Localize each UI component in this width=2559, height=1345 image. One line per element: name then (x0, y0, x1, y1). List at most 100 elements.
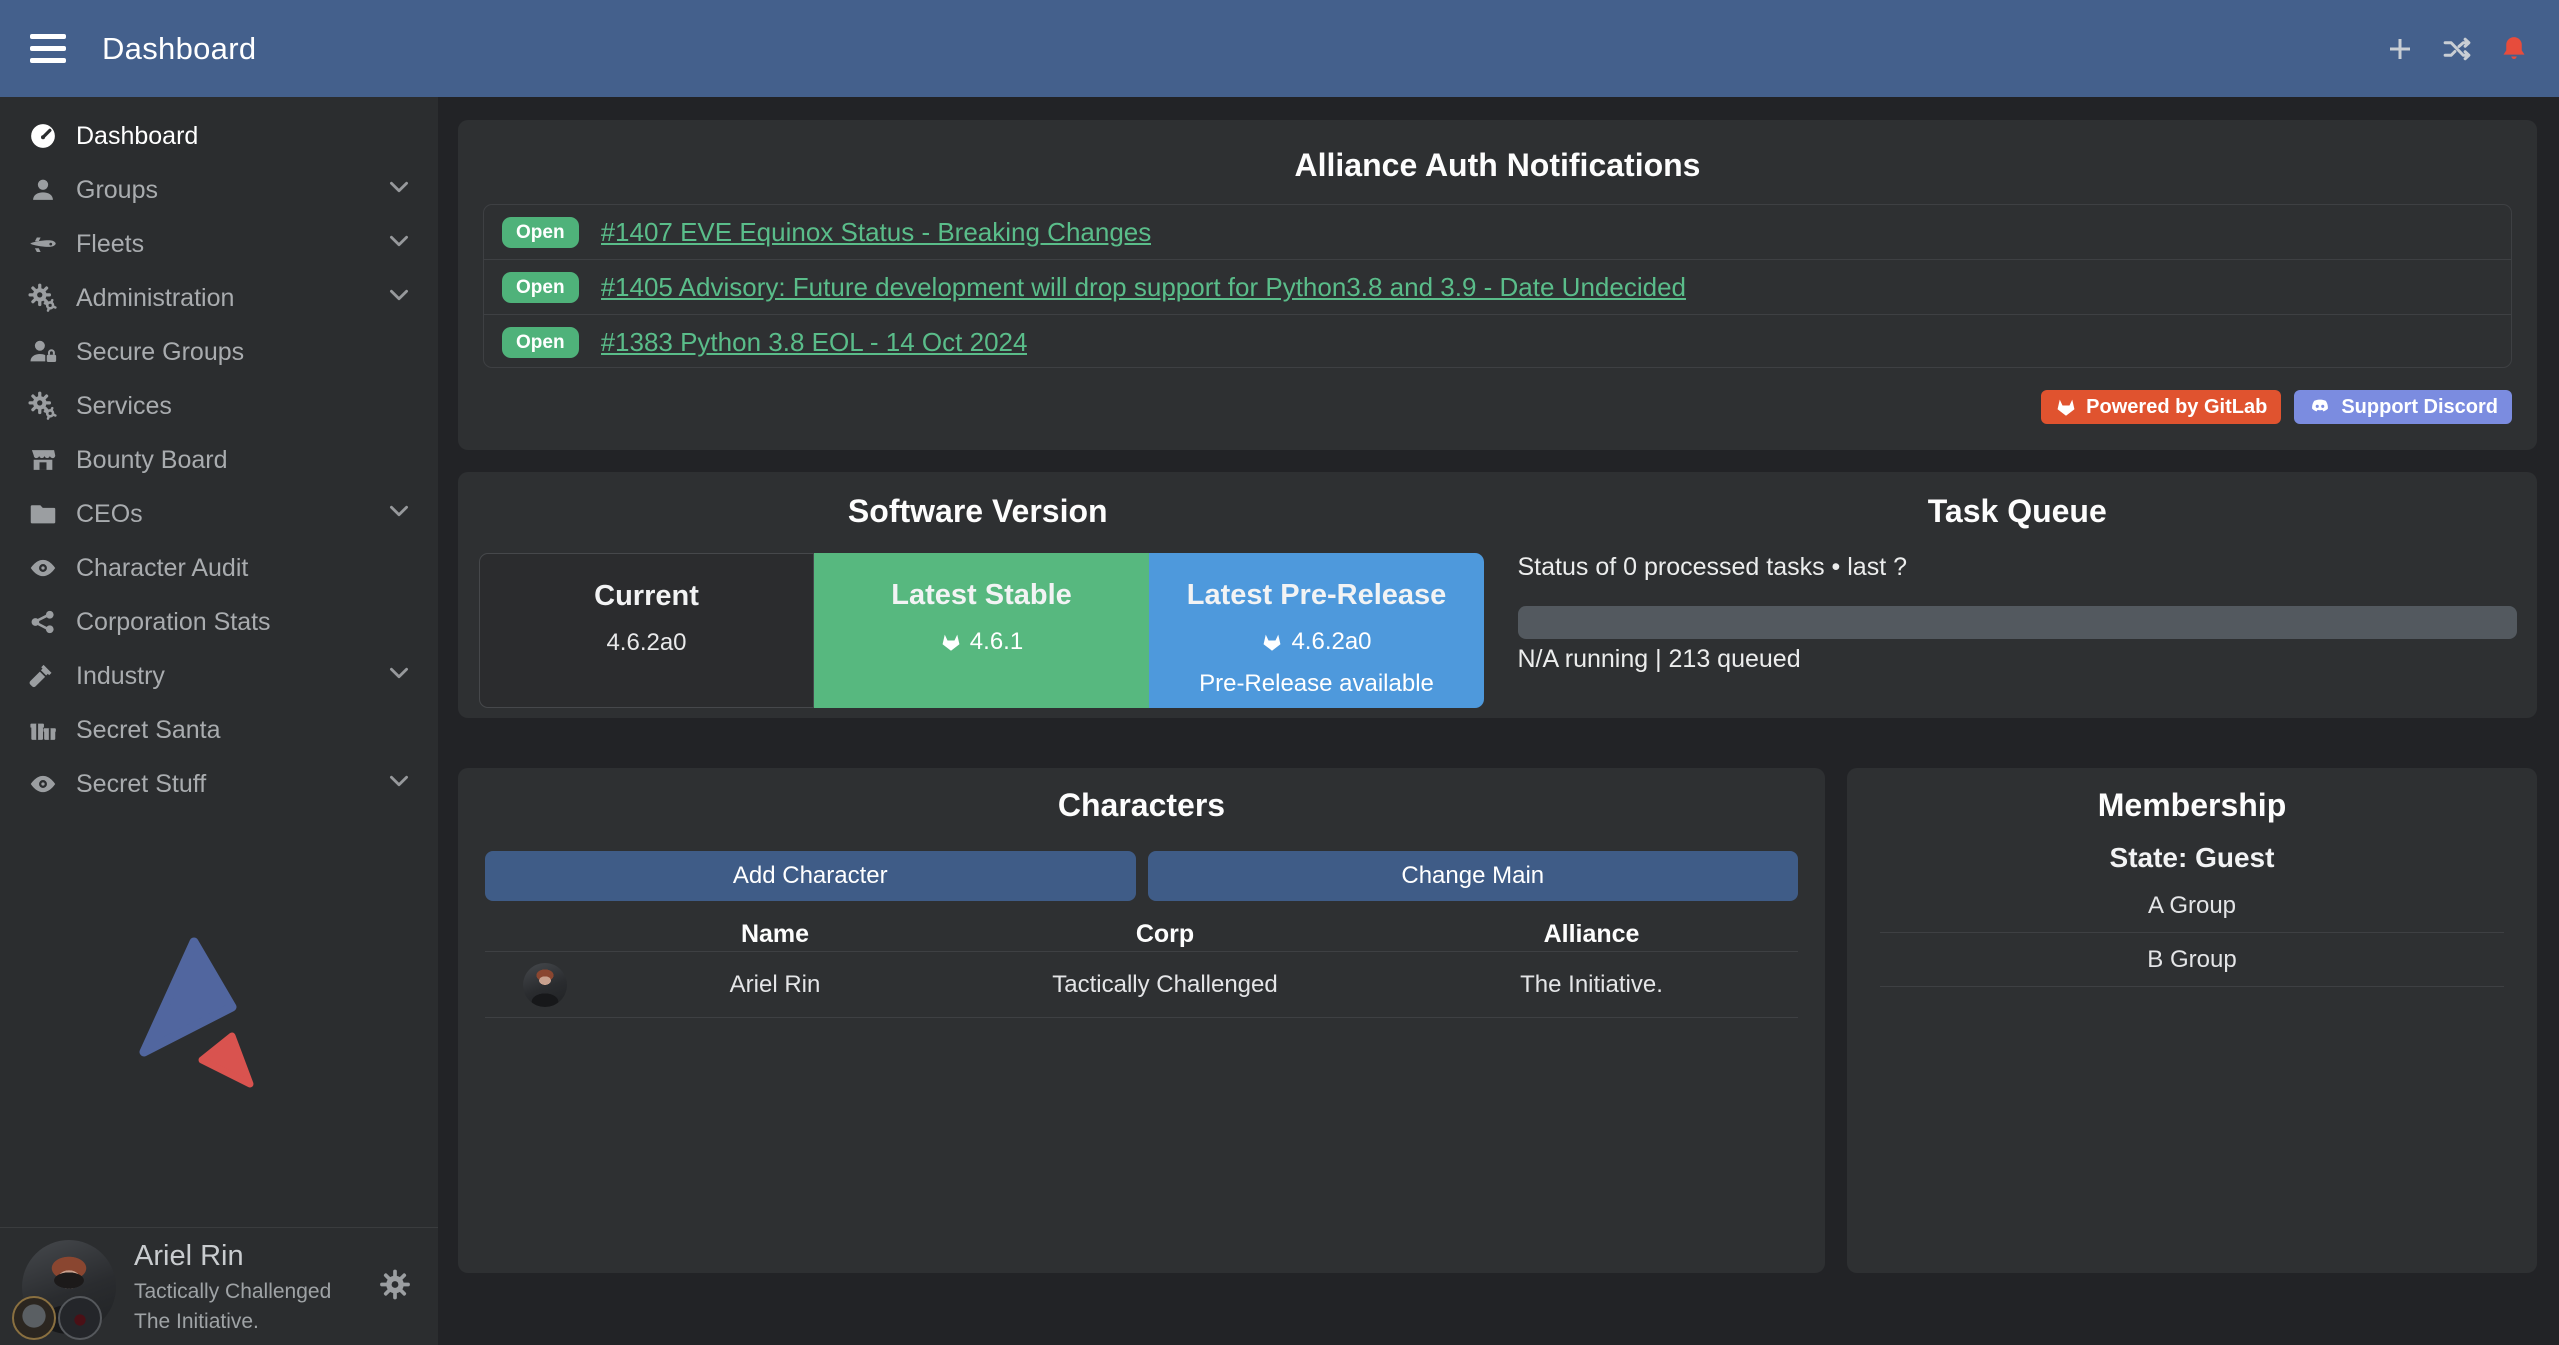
sidebar-item-secret-stuff[interactable]: Secret Stuff (0, 757, 438, 811)
sidebar-item-secret-santa[interactable]: Secret Santa (0, 703, 438, 757)
dashboard-gauge-icon (26, 121, 60, 151)
user-panel: Ariel Rin Tactically Challenged The Init… (0, 1227, 438, 1345)
change-main-button[interactable]: Change Main (1148, 851, 1799, 901)
task-queue-section: Task Queue Status of 0 processed tasks •… (1498, 472, 2538, 718)
gears-icon (26, 283, 60, 313)
sidebar-item-dashboard[interactable]: Dashboard (0, 109, 438, 163)
chevron-down-icon (386, 174, 412, 207)
user-alliance: The Initiative. (134, 1309, 331, 1335)
bottom-row: Characters Add Character Change Main Nam… (458, 768, 2537, 1273)
sidebar-item-fleets[interactable]: Fleets (0, 217, 438, 271)
list-item: A Group (1880, 879, 2504, 933)
sidebar-item-corporation-stats[interactable]: Corporation Stats (0, 595, 438, 649)
sidebar-item-character-audit[interactable]: Character Audit (0, 541, 438, 595)
gitlab-icon (940, 631, 962, 653)
sidebar-item-services[interactable]: Services (0, 379, 438, 433)
character-actions: Add Character Change Main (485, 851, 1798, 901)
status-badge: Open (502, 272, 579, 303)
chevron-down-icon (386, 768, 412, 801)
sidebar-item-industry[interactable]: Industry (0, 649, 438, 703)
notification-link[interactable]: #1405 Advisory: Future development will … (601, 272, 1686, 303)
sidebar-toggle-icon[interactable] (30, 34, 66, 63)
chevron-down-icon (386, 498, 412, 531)
page-title: Dashboard (102, 31, 256, 67)
cell-corp: Tactically Challenged (945, 971, 1385, 999)
share-nodes-icon (26, 607, 60, 637)
status-badge: Open (502, 327, 579, 358)
notifications-panel: Alliance Auth Notifications Open #1407 E… (458, 120, 2537, 450)
table-row: Ariel Rin Tactically Challenged The Init… (485, 951, 1798, 1018)
notifications-bell-icon[interactable] (2499, 33, 2529, 65)
cell-name: Ariel Rin (605, 971, 945, 999)
alliance-auth-logo (132, 904, 307, 1134)
gitlab-badge[interactable]: Powered by GitLab (2041, 390, 2281, 424)
software-version-title: Software Version (458, 492, 1498, 530)
sidebar-menu: Dashboard Groups Fleets Administration (0, 97, 438, 811)
gitlab-icon (2055, 396, 2077, 418)
task-queue-title: Task Queue (1498, 492, 2538, 530)
membership-title: Membership (1880, 786, 2504, 824)
navbar-actions (2385, 33, 2529, 65)
sidebar-item-administration[interactable]: Administration (0, 271, 438, 325)
user-settings-gear-icon[interactable] (378, 1267, 412, 1306)
membership-panel: Membership State: Guest A Group B Group (1847, 768, 2537, 1273)
add-character-button[interactable]: Add Character (485, 851, 1136, 901)
change-main-shuffle-icon[interactable] (2441, 34, 2473, 64)
gifts-icon (26, 715, 60, 745)
task-queue-status: Status of 0 processed tasks • last ? (1518, 553, 2518, 582)
spaceship-icon (26, 229, 60, 259)
software-taskqueue-panel: Software Version Current 4.6.2a0 Latest … (458, 472, 2537, 718)
notification-item: Open #1407 EVE Equinox Status - Breaking… (484, 205, 2511, 260)
sidebar-item-bounty-board[interactable]: Bounty Board (0, 433, 438, 487)
character-portrait (523, 963, 567, 1007)
main-layout: Dashboard Groups Fleets Administration (0, 97, 2559, 1345)
cell-alliance: The Initiative. (1385, 971, 1798, 999)
gears-icon (26, 391, 60, 421)
status-badge: Open (502, 217, 579, 248)
content-area: Alliance Auth Notifications Open #1407 E… (438, 97, 2559, 1345)
membership-groups-list: A Group B Group (1880, 879, 2504, 987)
characters-table-header: Name Corp Alliance (485, 917, 1798, 951)
version-latest-prerelease: Latest Pre-Release 4.6.2a0 Pre-Release a… (1149, 553, 1484, 708)
notification-link[interactable]: #1407 EVE Equinox Status - Breaking Chan… (601, 217, 1152, 248)
user-info: Ariel Rin Tactically Challenged The Init… (134, 1238, 331, 1335)
add-character-icon[interactable] (2385, 34, 2415, 64)
sidebar: Dashboard Groups Fleets Administration (0, 97, 438, 1345)
alliance-logo-icon (58, 1296, 102, 1340)
user-name: Ariel Rin (134, 1238, 331, 1274)
header-name: Name (605, 920, 945, 949)
task-queue-progress-bar (1518, 606, 2518, 639)
notification-link[interactable]: #1383 Python 3.8 EOL - 14 Oct 2024 (601, 327, 1028, 358)
chevron-down-icon (386, 660, 412, 693)
characters-title: Characters (485, 786, 1798, 824)
characters-panel: Characters Add Character Change Main Nam… (458, 768, 1825, 1273)
top-navbar: Dashboard (0, 0, 2559, 97)
folder-icon (26, 499, 60, 529)
discord-badge[interactable]: Support Discord (2294, 390, 2512, 424)
header-corp: Corp (945, 920, 1385, 949)
characters-table: Name Corp Alliance Ariel Rin Tactically … (485, 917, 1798, 1018)
sidebar-item-groups[interactable]: Groups (0, 163, 438, 217)
version-current: Current 4.6.2a0 (479, 553, 814, 708)
task-queue-summary: N/A running | 213 queued (1518, 645, 2518, 674)
gitlab-icon (1261, 631, 1283, 653)
hammer-icon (26, 661, 60, 691)
chevron-down-icon (386, 228, 412, 261)
software-version-section: Software Version Current 4.6.2a0 Latest … (458, 472, 1498, 718)
membership-state: State: Guest (1880, 842, 2504, 874)
sidebar-item-ceos[interactable]: CEOs (0, 487, 438, 541)
external-badges: Powered by GitLab Support Discord (483, 390, 2512, 424)
alliance-auth-app: Dashboard Dashboard Groups (0, 0, 2559, 1345)
chevron-down-icon (386, 282, 412, 315)
list-item: B Group (1880, 933, 2504, 987)
header-alliance: Alliance (1385, 920, 1798, 949)
user-corp: Tactically Challenged (134, 1279, 331, 1305)
notification-item: Open #1405 Advisory: Future development … (484, 260, 2511, 315)
user-avatar (22, 1240, 116, 1334)
notifications-list: Open #1407 EVE Equinox Status - Breaking… (483, 204, 2512, 368)
version-latest-stable: Latest Stable 4.6.1 (814, 553, 1149, 708)
user-lock-icon (26, 337, 60, 367)
sidebar-item-secure-groups[interactable]: Secure Groups (0, 325, 438, 379)
notifications-title: Alliance Auth Notifications (483, 146, 2512, 184)
notification-item: Open #1383 Python 3.8 EOL - 14 Oct 2024 (484, 315, 2511, 368)
